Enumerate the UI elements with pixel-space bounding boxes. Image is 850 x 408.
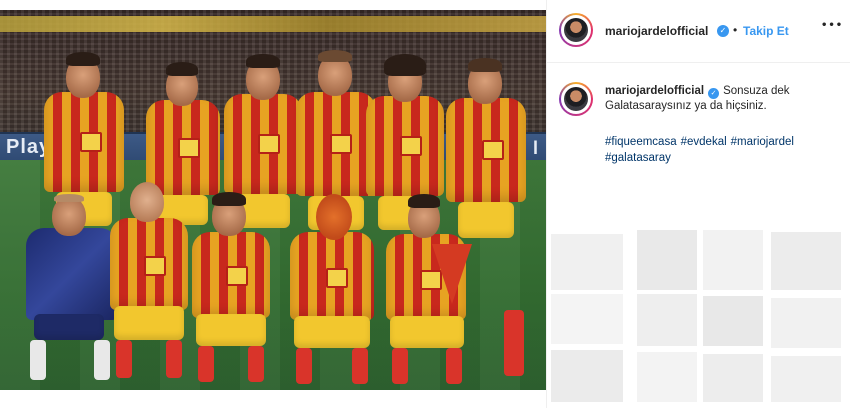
blurred-comments-area xyxy=(547,174,850,408)
post-header: mariojardelofficial ✓ • Takip Et ••• xyxy=(547,0,850,63)
player-front-3-mario-jardel xyxy=(282,192,382,390)
follow-button[interactable]: Takip Et xyxy=(743,24,789,38)
caption-username[interactable]: mariojardelofficial xyxy=(605,85,704,97)
blurred-face xyxy=(316,194,352,240)
adboard-text-right: l xyxy=(532,138,538,158)
more-options-icon[interactable]: ••• xyxy=(821,20,843,31)
hashtag-link[interactable]: #mariojardel xyxy=(731,136,794,148)
separator-dot: • xyxy=(733,23,738,37)
hashtag-list: #fiqueemcasa #evdekal #mariojardel #galatas… xyxy=(605,134,841,166)
stadium-banner xyxy=(0,16,546,32)
player-front-2 xyxy=(186,192,276,390)
player-back-6-sock xyxy=(504,310,524,376)
player-front-4 xyxy=(380,194,490,390)
post-sidebar: mariojardelofficial ✓ • Takip Et ••• mar… xyxy=(546,0,850,408)
profile-avatar[interactable] xyxy=(559,13,593,47)
instagram-post: Play l mariojardelofficial ✓ • Takip Et … xyxy=(0,0,850,408)
verified-icon: ✓ xyxy=(708,88,720,99)
avatar-image xyxy=(564,87,588,111)
header-username[interactable]: mariojardelofficial xyxy=(605,24,708,38)
verified-icon: ✓ xyxy=(717,25,729,37)
post-photo[interactable]: Play l xyxy=(0,10,546,390)
hashtag-link[interactable]: #galatasaray xyxy=(605,152,671,164)
avatar-image xyxy=(564,18,588,42)
player-front-1 xyxy=(104,178,194,388)
post-caption: mariojardelofficial ✓ Sonsuza dek Galatasa… xyxy=(605,84,841,114)
caption-avatar[interactable] xyxy=(559,82,593,116)
club-pennant xyxy=(432,244,472,304)
hashtag-link[interactable]: #evdekal xyxy=(681,136,727,148)
hashtag-link[interactable]: #fiqueemcasa xyxy=(605,136,677,148)
